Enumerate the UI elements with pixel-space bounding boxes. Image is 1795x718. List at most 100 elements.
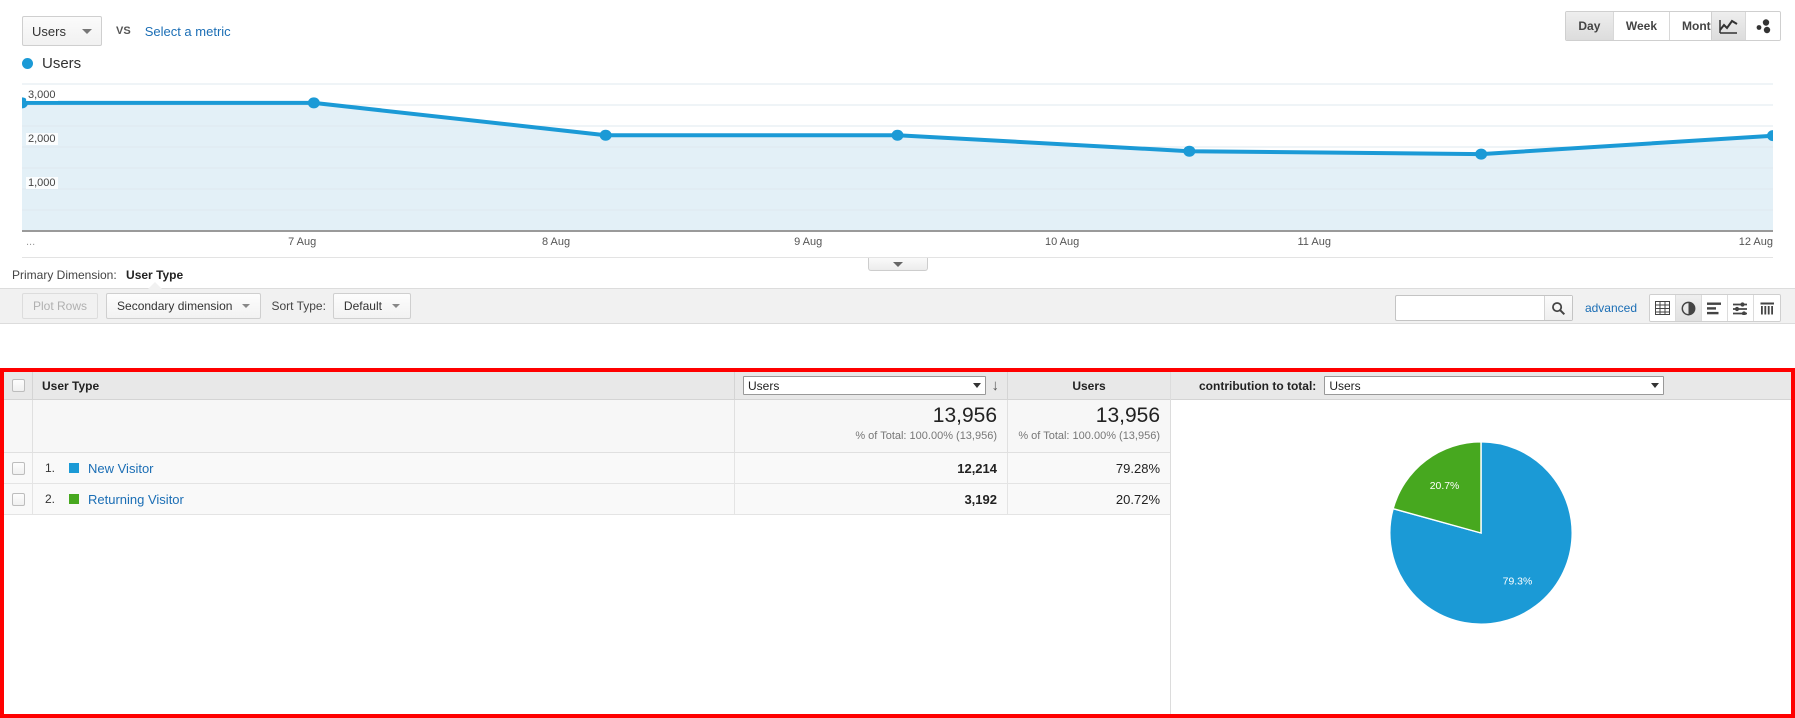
metric-1-dropdown-value: Users <box>748 378 780 393</box>
table-empty-space <box>4 515 1170 714</box>
search-box <box>1394 295 1573 321</box>
search-input[interactable] <box>1395 296 1544 320</box>
row-metric-2: 79.28% <box>1007 453 1170 483</box>
row-index: 1. <box>45 461 56 475</box>
bar-view-icon[interactable] <box>1702 295 1728 321</box>
primary-metric-label: Users <box>32 23 66 39</box>
y-axis-tick-2000: 2,000 <box>26 133 58 145</box>
line-chart-icon[interactable] <box>1712 12 1746 40</box>
plot-rows-button[interactable]: Plot Rows <box>22 293 99 319</box>
line-chart-canvas <box>22 80 1773 232</box>
contribution-label: contribution to total: <box>1199 378 1317 393</box>
totals-metric-2-value: 13,956 <box>1095 404 1160 427</box>
y-axis-tick-3000: 3,000 <box>26 89 58 101</box>
pie-slice-label-1: 20.7% <box>1430 481 1460 492</box>
toolbar-notch <box>148 282 162 289</box>
granularity-button-group: Day Week Month <box>1564 11 1731 41</box>
granularity-week-button[interactable]: Week <box>1613 12 1671 40</box>
secondary-dimension-label: Secondary dimension <box>117 299 233 313</box>
pie-chart[interactable]: 79.3% 20.7% <box>1171 400 1791 714</box>
row-checkbox-cell <box>4 453 32 483</box>
advanced-link[interactable]: advanced <box>1585 301 1637 315</box>
primary-dimension-value[interactable]: User Type <box>126 268 183 282</box>
pie-view-icon[interactable] <box>1676 295 1702 321</box>
x-axis-tick-4: 10 Aug <box>1044 236 1080 248</box>
sort-type-button[interactable]: Default <box>332 293 411 319</box>
x-axis-tick-5: 11 Aug <box>1297 236 1331 248</box>
chevron-down-icon <box>391 304 400 308</box>
comparison-view-icon[interactable] <box>1728 295 1754 321</box>
row-dimension-link[interactable]: Returning Visitor <box>88 492 184 507</box>
row-metric-1: 12,214 <box>734 453 1007 483</box>
table-row[interactable]: 2. Returning Visitor 3,192 20.72% <box>4 484 1170 515</box>
primary-metric-select[interactable]: Users <box>22 16 102 46</box>
sort-descending-icon[interactable]: ↓ <box>992 378 1000 393</box>
column-header-metric-2[interactable]: Users <box>1007 372 1170 399</box>
table-view-icon[interactable] <box>1650 295 1676 321</box>
totals-checkbox-cell <box>4 400 32 452</box>
secondary-dimension-button[interactable]: Secondary dimension <box>106 293 262 319</box>
chart-legend: Users <box>0 52 1795 74</box>
chart-resize-handle[interactable] <box>867 258 928 271</box>
users-over-time-chart[interactable]: 3,000 2,000 1,000 <box>22 80 1773 232</box>
legend-series-dot-icon <box>22 57 33 69</box>
row-checkbox[interactable] <box>11 492 25 506</box>
row-dimension-link[interactable]: New Visitor <box>88 461 154 476</box>
chevron-down-icon <box>892 261 903 267</box>
x-axis-tick-3: 9 Aug <box>794 236 823 248</box>
primary-dimension-label: Primary Dimension: <box>12 268 117 282</box>
metric-1-dropdown[interactable]: Users <box>743 376 986 395</box>
row-checkbox[interactable] <box>11 461 25 475</box>
report-table-wrapper: User Type Users ↓ Users 13,956 % of Tota… <box>4 372 1791 714</box>
chevron-down-icon <box>972 383 981 388</box>
view-type-button-group <box>1649 294 1781 322</box>
chart-type-button-group <box>1711 11 1781 41</box>
contribution-panel: contribution to total: Users 79.3% 20.7% <box>1171 372 1791 714</box>
column-header-metric-1: Users ↓ <box>734 372 1007 399</box>
select-a-metric-link[interactable]: Select a metric <box>145 24 231 39</box>
pie-chart-canvas: 79.3% 20.7% <box>1389 441 1573 625</box>
data-table: User Type Users ↓ Users 13,956 % of Tota… <box>4 372 1171 714</box>
highlighted-report-region: User Type Users ↓ Users 13,956 % of Tota… <box>0 368 1795 718</box>
y-axis-tick-1000: 1,000 <box>26 177 58 189</box>
contribution-header: contribution to total: Users <box>1171 372 1791 400</box>
x-axis: ... 7 Aug 8 Aug 9 Aug 10 Aug 11 Aug 12 A… <box>22 232 1773 271</box>
row-index: 2. <box>45 492 56 506</box>
chevron-down-icon <box>242 304 251 308</box>
chevron-down-icon <box>82 28 92 34</box>
pie-slice-label-0: 79.3% <box>1503 577 1533 588</box>
sort-type-value: Default <box>343 299 382 313</box>
sort-type-label: Sort Type: <box>271 299 326 313</box>
x-axis-tick-6: 12 Aug <box>1738 236 1773 248</box>
pivot-view-icon[interactable] <box>1754 295 1780 321</box>
totals-dimension-cell <box>32 400 734 452</box>
row-metric-1: 3,192 <box>734 484 1007 514</box>
select-all-checkbox-cell <box>4 379 32 392</box>
totals-metric-1-cell: 13,956 % of Total: 100.00% (13,956) <box>734 400 1007 452</box>
search-icon[interactable] <box>1543 296 1572 320</box>
table-totals-row: 13,956 % of Total: 100.00% (13,956) 13,9… <box>4 400 1170 453</box>
table-row[interactable]: 1. New Visitor 12,214 79.28% <box>4 453 1170 484</box>
row-color-swatch <box>69 494 79 504</box>
vs-label: VS <box>116 25 131 37</box>
column-header-user-type[interactable]: User Type <box>32 372 734 399</box>
legend-series-label: Users <box>42 54 82 72</box>
x-axis-tick-2: 8 Aug <box>541 236 571 248</box>
totals-metric-2-subtext: % of Total: 100.00% (13,956) <box>1018 430 1160 442</box>
x-axis-tick-1: 7 Aug <box>288 236 317 248</box>
x-axis-tick-0: ... <box>26 236 36 248</box>
row-metric-2: 20.72% <box>1007 484 1170 514</box>
chevron-down-icon <box>1651 383 1660 388</box>
select-all-checkbox[interactable] <box>11 379 25 392</box>
metric-selector-bar: Users VS Select a metric Day Week Month <box>0 0 1795 52</box>
contribution-metric-dropdown[interactable]: Users <box>1324 376 1665 395</box>
toolbar-right-controls: advanced <box>1394 294 1781 322</box>
row-dimension-cell: 2. Returning Visitor <box>32 484 734 514</box>
table-header-row: User Type Users ↓ Users <box>4 372 1170 400</box>
totals-metric-2-cell: 13,956 % of Total: 100.00% (13,956) <box>1007 400 1170 452</box>
contribution-metric-value: Users <box>1329 378 1361 393</box>
motion-chart-icon[interactable] <box>1746 12 1780 40</box>
row-dimension-cell: 1. New Visitor <box>32 453 734 483</box>
granularity-day-button[interactable]: Day <box>1565 12 1614 40</box>
table-toolbar: Plot Rows Secondary dimension Sort Type:… <box>0 282 1795 324</box>
